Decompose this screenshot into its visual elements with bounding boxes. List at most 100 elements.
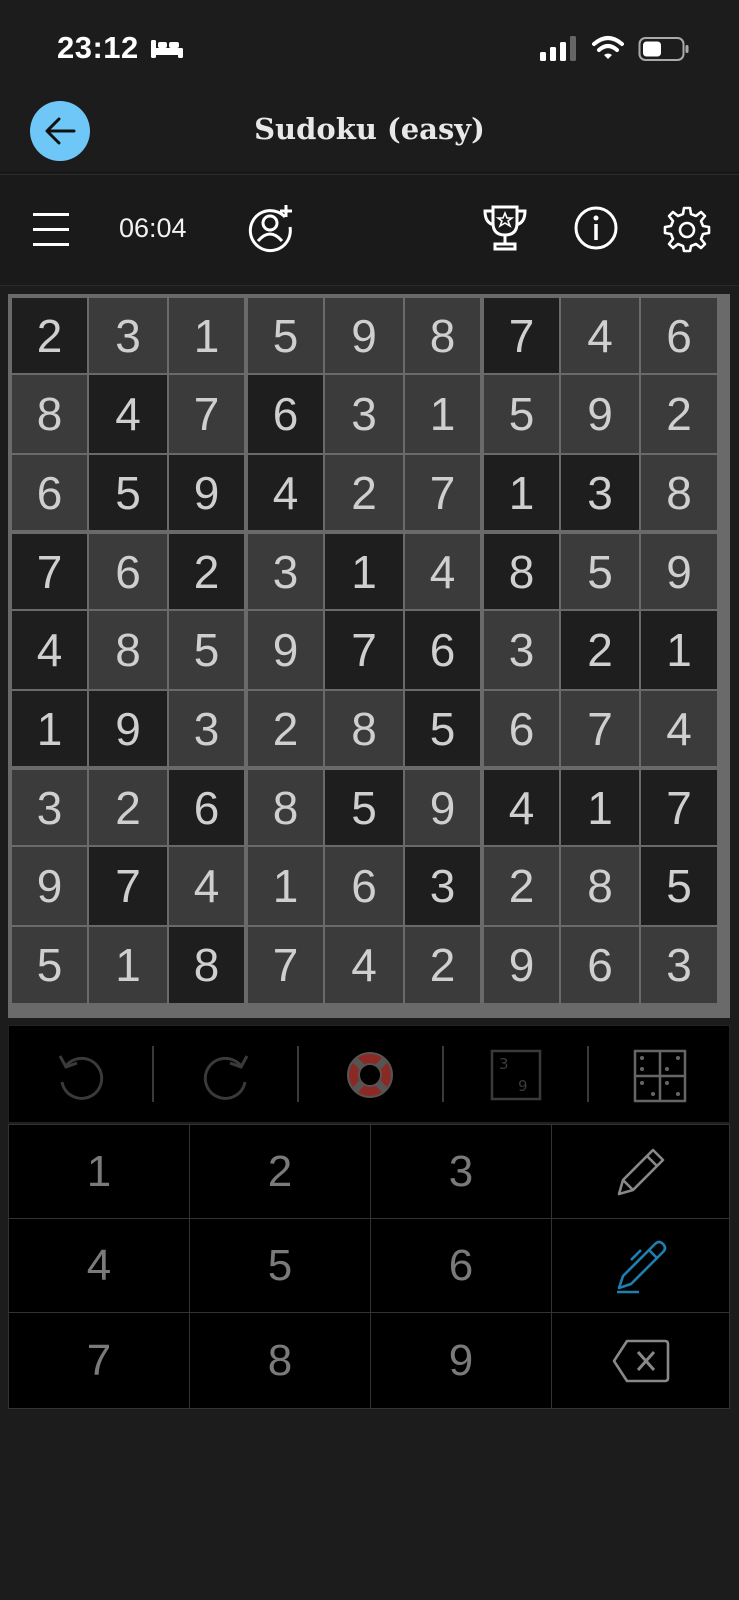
sudoku-cell-r8-c8[interactable]: 8 (561, 847, 639, 925)
sudoku-cell-r3-c2[interactable]: 5 (89, 455, 167, 530)
sudoku-cell-r1-c4[interactable]: 5 (248, 298, 323, 373)
sudoku-cell-r5-c4[interactable]: 9 (248, 611, 323, 689)
delete-button[interactable] (552, 1313, 729, 1408)
sudoku-cell-r9-c3[interactable]: 8 (169, 927, 244, 1003)
sudoku-cell-r8-c5[interactable]: 6 (325, 847, 403, 925)
sudoku-cell-r4-c2[interactable]: 6 (89, 534, 167, 609)
sudoku-cell-r9-c5[interactable]: 4 (325, 927, 403, 1003)
key-2[interactable]: 2 (190, 1125, 371, 1219)
sudoku-cell-r5-c2[interactable]: 8 (89, 611, 167, 689)
pen-mode-button[interactable] (552, 1219, 729, 1313)
sudoku-cell-r2-c7[interactable]: 5 (484, 375, 559, 453)
sudoku-cell-r6-c6[interactable]: 5 (405, 691, 480, 766)
sudoku-cell-r6-c1[interactable]: 1 (12, 691, 87, 766)
sudoku-cell-r2-c9[interactable]: 2 (641, 375, 717, 453)
sudoku-cell-r3-c9[interactable]: 8 (641, 455, 717, 530)
sudoku-cell-r2-c1[interactable]: 8 (12, 375, 87, 453)
sudoku-cell-r5-c6[interactable]: 6 (405, 611, 480, 689)
sudoku-cell-r1-c1[interactable]: 2 (12, 298, 87, 373)
key-3[interactable]: 3 (371, 1125, 552, 1219)
sudoku-cell-r2-c2[interactable]: 4 (89, 375, 167, 453)
key-1[interactable]: 1 (9, 1125, 190, 1219)
sudoku-cell-r6-c9[interactable]: 4 (641, 691, 717, 766)
sudoku-cell-r7-c6[interactable]: 9 (405, 770, 480, 845)
sudoku-cell-r6-c8[interactable]: 7 (561, 691, 639, 766)
sudoku-cell-r5-c7[interactable]: 3 (484, 611, 559, 689)
sudoku-cell-r1-c6[interactable]: 8 (405, 298, 480, 373)
sudoku-cell-r9-c4[interactable]: 7 (248, 927, 323, 1003)
sudoku-cell-r7-c5[interactable]: 5 (325, 770, 403, 845)
sudoku-cell-r7-c7[interactable]: 4 (484, 770, 559, 845)
sudoku-cell-r4-c3[interactable]: 2 (169, 534, 244, 609)
sudoku-cell-r5-c9[interactable]: 1 (641, 611, 717, 689)
candidates-button[interactable]: 3 9 (444, 1026, 588, 1124)
sudoku-cell-r1-c7[interactable]: 7 (484, 298, 559, 373)
sudoku-cell-r7-c9[interactable]: 7 (641, 770, 717, 845)
sudoku-cell-r3-c7[interactable]: 1 (484, 455, 559, 530)
sudoku-cell-r2-c6[interactable]: 1 (405, 375, 480, 453)
sudoku-cell-r4-c6[interactable]: 4 (405, 534, 480, 609)
sudoku-cell-r5-c3[interactable]: 5 (169, 611, 244, 689)
add-user-icon[interactable] (246, 203, 296, 253)
sudoku-cell-r6-c3[interactable]: 3 (169, 691, 244, 766)
sudoku-cell-r5-c1[interactable]: 4 (12, 611, 87, 689)
sudoku-cell-r4-c8[interactable]: 5 (561, 534, 639, 609)
sudoku-cell-r8-c3[interactable]: 4 (169, 847, 244, 925)
grid-notes-button[interactable] (589, 1026, 731, 1124)
sudoku-cell-r3-c6[interactable]: 7 (405, 455, 480, 530)
sudoku-cell-r8-c6[interactable]: 3 (405, 847, 480, 925)
hint-button[interactable] (299, 1026, 443, 1124)
menu-icon[interactable] (33, 211, 69, 247)
sudoku-cell-r3-c3[interactable]: 9 (169, 455, 244, 530)
sudoku-cell-r8-c1[interactable]: 9 (12, 847, 87, 925)
sudoku-cell-r7-c3[interactable]: 6 (169, 770, 244, 845)
sudoku-cell-r2-c4[interactable]: 6 (248, 375, 323, 453)
sudoku-cell-r6-c5[interactable]: 8 (325, 691, 403, 766)
sudoku-cell-r4-c7[interactable]: 8 (484, 534, 559, 609)
sudoku-cell-r8-c4[interactable]: 1 (248, 847, 323, 925)
sudoku-cell-r4-c1[interactable]: 7 (12, 534, 87, 609)
sudoku-cell-r9-c1[interactable]: 5 (12, 927, 87, 1003)
sudoku-cell-r3-c4[interactable]: 4 (248, 455, 323, 530)
sudoku-cell-r1-c3[interactable]: 1 (169, 298, 244, 373)
sudoku-cell-r5-c5[interactable]: 7 (325, 611, 403, 689)
sudoku-cell-r3-c5[interactable]: 2 (325, 455, 403, 530)
sudoku-cell-r4-c5[interactable]: 1 (325, 534, 403, 609)
key-4[interactable]: 4 (9, 1219, 190, 1313)
sudoku-cell-r6-c4[interactable]: 2 (248, 691, 323, 766)
sudoku-cell-r5-c8[interactable]: 2 (561, 611, 639, 689)
sudoku-cell-r1-c5[interactable]: 9 (325, 298, 403, 373)
sudoku-cell-r8-c2[interactable]: 7 (89, 847, 167, 925)
key-6[interactable]: 6 (371, 1219, 552, 1313)
sudoku-cell-r2-c5[interactable]: 3 (325, 375, 403, 453)
sudoku-cell-r9-c7[interactable]: 9 (484, 927, 559, 1003)
sudoku-cell-r8-c9[interactable]: 5 (641, 847, 717, 925)
sudoku-cell-r6-c2[interactable]: 9 (89, 691, 167, 766)
trophy-icon[interactable] (480, 203, 530, 253)
key-9[interactable]: 9 (371, 1313, 552, 1408)
info-icon[interactable] (573, 205, 619, 251)
key-5[interactable]: 5 (190, 1219, 371, 1313)
sudoku-cell-r3-c8[interactable]: 3 (561, 455, 639, 530)
sudoku-cell-r1-c9[interactable]: 6 (641, 298, 717, 373)
sudoku-cell-r1-c8[interactable]: 4 (561, 298, 639, 373)
pencil-mode-button[interactable] (552, 1125, 729, 1219)
sudoku-cell-r9-c8[interactable]: 6 (561, 927, 639, 1003)
sudoku-cell-r7-c4[interactable]: 8 (248, 770, 323, 845)
sudoku-cell-r6-c7[interactable]: 6 (484, 691, 559, 766)
redo-button[interactable] (154, 1026, 298, 1124)
sudoku-cell-r4-c9[interactable]: 9 (641, 534, 717, 609)
sudoku-cell-r9-c2[interactable]: 1 (89, 927, 167, 1003)
key-7[interactable]: 7 (9, 1313, 190, 1408)
sudoku-cell-r8-c7[interactable]: 2 (484, 847, 559, 925)
sudoku-cell-r9-c9[interactable]: 3 (641, 927, 717, 1003)
sudoku-cell-r7-c1[interactable]: 3 (12, 770, 87, 845)
sudoku-cell-r2-c8[interactable]: 9 (561, 375, 639, 453)
sudoku-cell-r4-c4[interactable]: 3 (248, 534, 323, 609)
sudoku-cell-r2-c3[interactable]: 7 (169, 375, 244, 453)
sudoku-cell-r3-c1[interactable]: 6 (12, 455, 87, 530)
sudoku-cell-r9-c6[interactable]: 2 (405, 927, 480, 1003)
sudoku-cell-r1-c2[interactable]: 3 (89, 298, 167, 373)
gear-icon[interactable] (663, 205, 711, 253)
sudoku-cell-r7-c2[interactable]: 2 (89, 770, 167, 845)
